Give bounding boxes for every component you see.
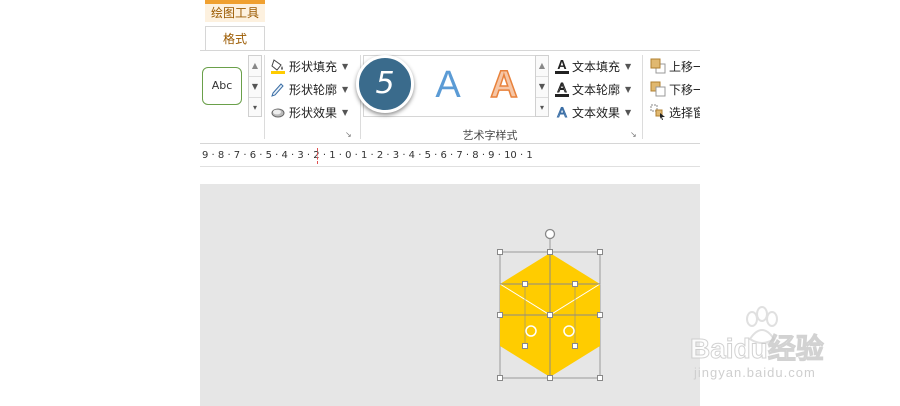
text-fill-button[interactable]: A 文本填充 ▼ <box>555 56 631 76</box>
text-fill-icon: A <box>555 58 569 74</box>
scroll-up-icon[interactable]: ▲ <box>249 56 261 76</box>
slide-canvas[interactable] <box>200 184 700 406</box>
text-effects-label: 文本效果 <box>572 105 621 120</box>
selection-pane-label: 选择窗 <box>669 105 700 120</box>
shape-styles-scroll[interactable]: ▲ ▼ ▾ <box>248 55 262 117</box>
resize-handle-sw[interactable] <box>497 375 503 381</box>
grid-handle[interactable] <box>522 281 528 287</box>
wordart-group-label: 艺术字样式 <box>462 129 518 142</box>
tab-format[interactable]: 格式 <box>205 26 265 51</box>
watermark-url: jingyan.baidu.com <box>694 365 816 380</box>
send-backward-icon <box>650 81 666 97</box>
chevron-down-icon: ▼ <box>625 61 632 71</box>
hexagon-graphic <box>499 228 601 379</box>
text-fill-label: 文本填充 <box>572 59 621 74</box>
shape-fill-button[interactable]: 形状填充 ▼ <box>270 56 348 76</box>
resize-handle-nw[interactable] <box>497 249 503 255</box>
text-effects-icon: A <box>557 104 567 121</box>
text-outline-label: 文本轮廓 <box>572 82 621 97</box>
drawing-tools-tab-group: 绘图工具 <box>205 0 265 22</box>
resize-handle-se[interactable] <box>597 375 603 381</box>
shape-outline-button[interactable]: 形状轮廓 ▼ <box>270 79 348 99</box>
shape-effects-label: 形状效果 <box>289 105 338 120</box>
ruler-cursor-marker <box>317 148 318 164</box>
selection-pane-button[interactable]: 选择窗 <box>650 102 700 122</box>
scroll-up-icon[interactable]: ▲ <box>536 56 548 76</box>
shape-styles-dialog-launcher[interactable]: ↘ <box>345 131 353 139</box>
selected-hexagon-shape[interactable] <box>497 224 603 382</box>
resize-handle-s[interactable] <box>547 375 553 381</box>
gallery-more-icon[interactable]: ▾ <box>536 97 548 118</box>
grid-handle[interactable] <box>572 343 578 349</box>
divider <box>264 55 265 139</box>
text-outline-button[interactable]: A 文本轮廓 ▼ <box>555 79 631 99</box>
selection-pane-icon <box>650 104 665 120</box>
scroll-down-icon[interactable]: ▼ <box>536 76 548 97</box>
resize-handle-w[interactable] <box>497 312 503 318</box>
watermark-brand: Baidu经验 <box>690 333 825 365</box>
wordart-scroll[interactable]: ▲ ▼ ▾ <box>535 55 549 117</box>
paint-bucket-icon <box>271 59 285 74</box>
bring-forward-button[interactable]: 上移一 <box>650 56 700 76</box>
send-backward-button[interactable]: 下移一 <box>650 79 700 99</box>
send-backward-label: 下移一 <box>669 82 700 97</box>
step-badge: 5 <box>356 55 414 113</box>
bring-forward-icon <box>650 58 666 74</box>
scroll-down-icon[interactable]: ▼ <box>249 76 261 97</box>
text-effects-button[interactable]: A 文本效果 ▼ <box>555 102 631 122</box>
resize-handle-e[interactable] <box>597 312 603 318</box>
wordart-style-blue[interactable]: A <box>428 63 468 107</box>
pencil-icon <box>271 83 284 97</box>
shape-effects-icon <box>271 108 285 118</box>
grid-handle[interactable] <box>572 281 578 287</box>
chevron-down-icon: ▼ <box>342 61 349 71</box>
wordart-style-orange[interactable]: A <box>484 63 524 107</box>
ribbon: Abc ▲ ▼ ▾ 形状填充 ▼ 形状轮廓 ▼ 形状效果 ▼ ↘ 5 A A ▲… <box>200 50 700 144</box>
powerpoint-window: 绘图工具 格式 Abc ▲ ▼ ▾ 形状填充 ▼ 形状轮廓 ▼ 形状效果 ▼ ↘… <box>200 0 700 406</box>
chevron-down-icon: ▼ <box>625 84 632 94</box>
gallery-more-icon[interactable]: ▾ <box>249 97 261 118</box>
chevron-down-icon: ▼ <box>342 107 349 117</box>
grid-handle[interactable] <box>522 343 528 349</box>
divider <box>642 55 643 139</box>
chevron-down-icon: ▼ <box>342 84 349 94</box>
grid-handle[interactable] <box>547 312 553 318</box>
shape-effects-button[interactable]: 形状效果 ▼ <box>270 102 348 122</box>
chevron-down-icon: ▼ <box>625 107 632 117</box>
wordart-dialog-launcher[interactable]: ↘ <box>630 131 638 139</box>
shape-fill-label: 形状填充 <box>289 59 338 74</box>
resize-handle-ne[interactable] <box>597 249 603 255</box>
shape-outline-label: 形状轮廓 <box>289 82 338 97</box>
ruler-ticks: 9 · 8 · 7 · 6 · 5 · 4 · 3 · 2 · 1 · 0 · … <box>202 150 533 161</box>
shape-style-preview[interactable]: Abc <box>202 67 242 105</box>
resize-handle-n[interactable] <box>547 249 553 255</box>
horizontal-ruler: 9 · 8 · 7 · 6 · 5 · 4 · 3 · 2 · 1 · 0 · … <box>200 146 700 167</box>
text-outline-icon: A <box>555 80 569 97</box>
bring-forward-label: 上移一 <box>669 59 700 74</box>
baidu-watermark: Baidu经验 jingyan.baidu.com <box>690 305 890 385</box>
